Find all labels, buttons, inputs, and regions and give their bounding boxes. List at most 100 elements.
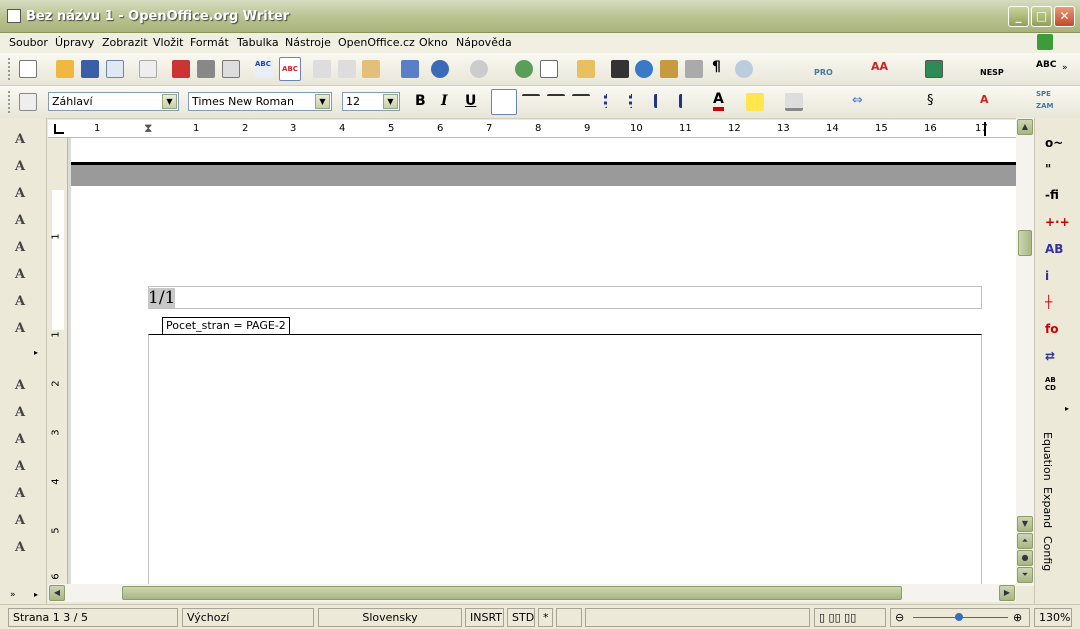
table-icon[interactable]: [540, 60, 558, 78]
horizontal-scroll-thumb[interactable]: [122, 586, 902, 600]
styles-formatting-icon[interactable]: [19, 93, 37, 111]
open-icon[interactable]: [56, 60, 74, 78]
vertical-scroll-thumb[interactable]: [1018, 230, 1032, 256]
zoom-icon[interactable]: [735, 60, 753, 78]
horizontal-ruler[interactable]: ⧗ 1 1 2 3 4 5 6 7 8 9 10 11 12 13 14 15 …: [48, 120, 1016, 138]
insert-space-icon[interactable]: +·+: [1045, 215, 1070, 235]
expand-arrow-icon[interactable]: ▸: [34, 590, 38, 599]
font-size-increase-icon[interactable]: A: [15, 240, 35, 260]
highlighting-icon[interactable]: [746, 93, 764, 111]
maximize-button[interactable]: □: [1031, 6, 1052, 27]
superscript-size-icon[interactable]: A: [15, 405, 35, 425]
menu-zobrazit[interactable]: Zobrazit: [102, 36, 148, 49]
paragraph-style-select[interactable]: Záhlaví ▼: [48, 92, 179, 111]
case-abc-icon[interactable]: A: [980, 93, 998, 111]
font-size-decrease-icon[interactable]: A: [15, 321, 35, 341]
vertical-scrollbar[interactable]: ▲ ▼ ⏶ ● ⏷: [1016, 118, 1034, 586]
degree-symbol-icon[interactable]: o~: [1045, 136, 1069, 156]
previous-page-icon[interactable]: ⏶: [1017, 533, 1033, 549]
ligature-icon[interactable]: -fi: [1045, 188, 1069, 208]
menu-napoveda[interactable]: Nápověda: [456, 36, 512, 49]
align-right-button[interactable]: [547, 94, 565, 104]
bullets-icon[interactable]: [629, 94, 647, 108]
font-size-decrease-icon[interactable]: A: [15, 186, 35, 206]
spe-zam-icon[interactable]: SPE ZAM: [1036, 88, 1054, 116]
increase-indent-icon[interactable]: [679, 94, 697, 108]
navigator-icon[interactable]: [635, 60, 653, 78]
autospellcheck-icon[interactable]: ABC: [279, 57, 301, 81]
align-center-button[interactable]: [522, 94, 540, 104]
tab-type-icon[interactable]: [54, 124, 64, 134]
expand-panel-tab[interactable]: Expand: [1041, 487, 1054, 528]
gallery-icon[interactable]: [660, 60, 678, 78]
find-replace-icon[interactable]: [611, 60, 629, 78]
undo-icon[interactable]: [431, 60, 449, 78]
font-size-select[interactable]: 12 ▼: [342, 92, 400, 111]
chevron-down-icon[interactable]: ▼: [162, 94, 177, 109]
page[interactable]: 1/1 Pocet_stran = PAGE-2: [71, 138, 1016, 584]
edit-file-icon[interactable]: [139, 60, 157, 78]
clone-formatting-icon[interactable]: [401, 60, 419, 78]
superscript-size-icon[interactable]: A: [15, 486, 35, 506]
selection-mode-indicator[interactable]: STD: [507, 608, 535, 627]
body-text-area[interactable]: [148, 334, 982, 584]
scroll-icon[interactable]: §: [927, 93, 945, 111]
navigation-icon[interactable]: ●: [1017, 550, 1033, 566]
header-area[interactable]: [148, 286, 982, 309]
abc-extension-icon[interactable]: ABC: [1036, 60, 1056, 78]
text-direction-icon[interactable]: ⇔: [852, 93, 870, 111]
language-indicator[interactable]: Slovensky: [318, 608, 462, 627]
new-document-icon[interactable]: [19, 60, 37, 78]
menu-format[interactable]: Formát: [190, 36, 229, 49]
cut-icon[interactable]: [313, 60, 331, 78]
show-draw-functions-icon[interactable]: [577, 60, 595, 78]
menu-vlozit[interactable]: Vložit: [153, 36, 183, 49]
background-color-icon[interactable]: [785, 93, 803, 111]
scroll-up-icon[interactable]: ▲: [1017, 119, 1033, 135]
close-button[interactable]: ✕: [1054, 6, 1075, 27]
pro-icon[interactable]: PRO: [814, 58, 833, 77]
menu-upravy[interactable]: Úpravy: [55, 36, 94, 49]
menu-nastroje[interactable]: Nástroje: [285, 36, 331, 49]
zoom-thumb[interactable]: [955, 613, 963, 621]
chevron-down-icon[interactable]: ▼: [315, 94, 330, 109]
decrease-indent-icon[interactable]: [654, 94, 672, 108]
email-icon[interactable]: [106, 60, 124, 78]
spellcheck-icon[interactable]: ABC: [255, 60, 273, 78]
bold-button[interactable]: B: [415, 93, 426, 109]
equation-panel-tab[interactable]: Equation: [1041, 432, 1054, 481]
horizontal-scrollbar[interactable]: ◀ ▶: [48, 584, 1016, 602]
paste-icon[interactable]: [362, 60, 380, 78]
print-icon[interactable]: [197, 60, 215, 78]
underline-button[interactable]: U: [465, 93, 476, 109]
overflow-icon[interactable]: »: [10, 590, 16, 600]
minimize-button[interactable]: _: [1008, 6, 1029, 27]
expand-arrow-icon[interactable]: ▸: [34, 348, 38, 357]
page-indicator[interactable]: Strana 1 3 / 5: [8, 608, 178, 627]
font-size-decrease-icon[interactable]: A: [15, 294, 35, 314]
replace-icon[interactable]: ⇄: [1045, 349, 1069, 369]
font-size-increase-icon[interactable]: A: [15, 132, 35, 152]
image-icon[interactable]: [925, 60, 943, 78]
scroll-left-icon[interactable]: ◀: [49, 585, 65, 601]
justify-button[interactable]: [572, 94, 590, 104]
menu-openoffice-cz[interactable]: OpenOffice.cz: [338, 36, 415, 49]
data-sources-icon[interactable]: [685, 60, 703, 78]
zoom-in-icon[interactable]: ⊕: [1013, 609, 1022, 626]
change-case-icon[interactable]: AA: [871, 60, 889, 78]
pilcrow-icon[interactable]: ¶: [712, 59, 721, 75]
scroll-down-icon[interactable]: ▼: [1017, 516, 1033, 532]
subscript-size-icon[interactable]: A: [15, 459, 35, 479]
insert-mode-indicator[interactable]: INSRT: [465, 608, 504, 627]
menu-okno[interactable]: Okno: [419, 36, 448, 49]
menu-soubor[interactable]: Soubor: [9, 36, 48, 49]
hyperlink-icon[interactable]: [515, 60, 533, 78]
font-size-increase-icon[interactable]: A: [15, 267, 35, 287]
menu-tabulka[interactable]: Tabulka: [237, 36, 279, 49]
zoom-slider[interactable]: ⊖ ⊕: [890, 608, 1030, 627]
font-color-icon[interactable]: A: [713, 91, 724, 111]
align-left-button[interactable]: [491, 89, 517, 115]
view-layout-icons[interactable]: ▯ ▯▯ ▯▯: [814, 608, 886, 627]
right-indent-marker-icon[interactable]: [978, 122, 986, 136]
font-name-select[interactable]: Times New Roman ▼: [188, 92, 332, 111]
